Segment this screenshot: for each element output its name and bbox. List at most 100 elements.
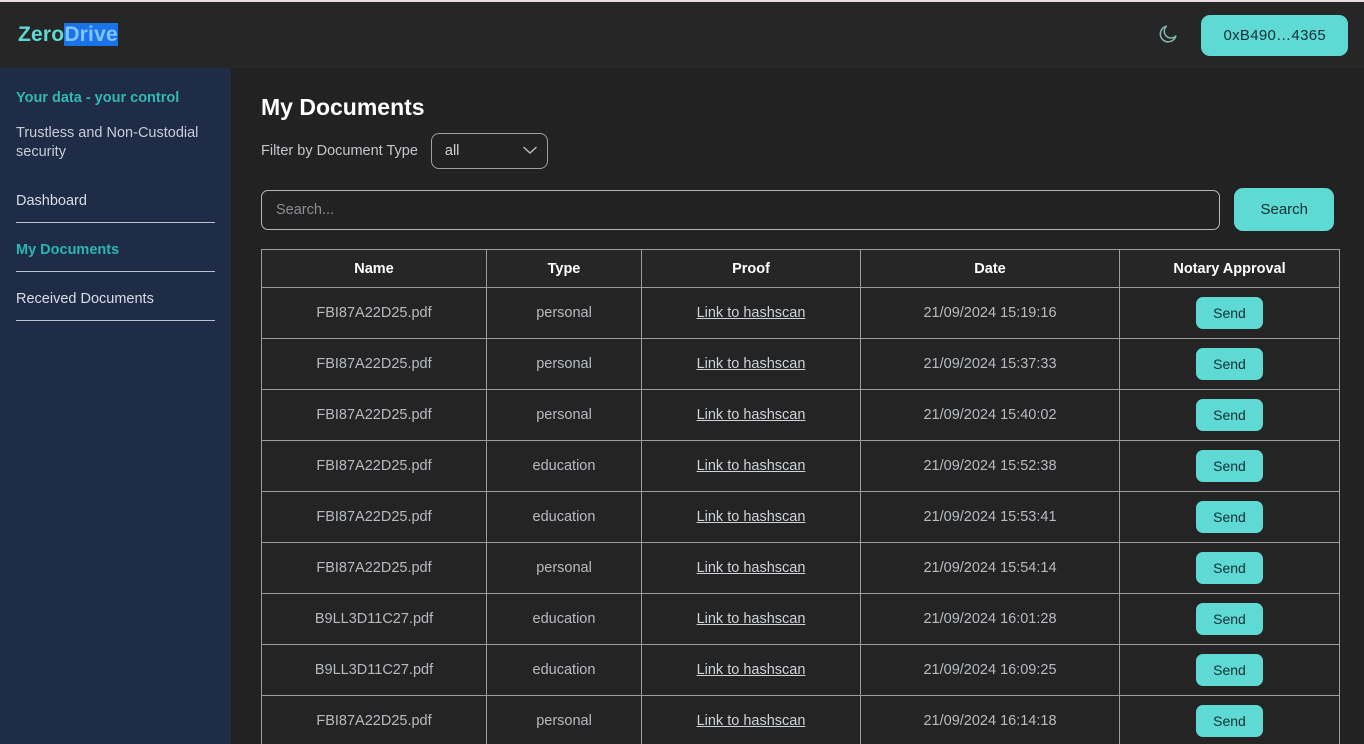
sidebar-tagline-title: Your data - your control bbox=[16, 90, 180, 106]
send-for-notary-approval-button[interactable]: Send bbox=[1196, 654, 1263, 686]
send-for-notary-approval-button[interactable]: Send bbox=[1196, 501, 1263, 533]
proof-hashscan-link[interactable]: Link to hashscan bbox=[697, 560, 806, 576]
cell-document-name: FBI87A22D25.pdf bbox=[261, 440, 487, 492]
filter-label: Filter by Document Type bbox=[261, 143, 418, 159]
table-row: FBI87A22D25.pdf education Link to hashscan… bbox=[261, 491, 1340, 543]
logo-text-zero: Zero bbox=[18, 23, 65, 46]
app-logo[interactable]: ZeroDrive bbox=[18, 23, 118, 47]
send-for-notary-approval-button[interactable]: Send bbox=[1196, 450, 1263, 482]
cell-document-type: education bbox=[486, 644, 642, 696]
column-header-type: Type bbox=[486, 249, 642, 288]
cell-proof: Link to hashscan bbox=[641, 491, 861, 543]
cell-document-name: FBI87A22D25.pdf bbox=[261, 542, 487, 594]
cell-date: 21/09/2024 15:54:14 bbox=[860, 542, 1120, 594]
send-for-notary-approval-button[interactable]: Send bbox=[1196, 603, 1263, 635]
cell-document-name: FBI87A22D25.pdf bbox=[261, 389, 487, 441]
send-for-notary-approval-button[interactable]: Send bbox=[1196, 348, 1263, 380]
sidebar-item-my-documents[interactable]: My Documents bbox=[16, 240, 215, 272]
cell-notary-approval: Send bbox=[1119, 542, 1340, 594]
table-row: FBI87A22D25.pdf education Link to hashscan… bbox=[261, 440, 1340, 492]
search-input[interactable] bbox=[261, 189, 1221, 230]
cell-document-type: personal bbox=[486, 338, 642, 390]
column-header-date: Date bbox=[860, 249, 1120, 288]
logo-text-drive: Drive bbox=[64, 23, 118, 46]
proof-hashscan-link[interactable]: Link to hashscan bbox=[697, 407, 806, 423]
table-row: B9LL3D11C27.pdf education Link to hashscan… bbox=[261, 644, 1340, 696]
cell-proof: Link to hashscan bbox=[641, 338, 861, 390]
table-header: Name Type Proof Date Notary Approval bbox=[261, 249, 1340, 288]
cell-date: 21/09/2024 15:52:38 bbox=[860, 440, 1120, 492]
page-body: Your data - your control Trustless and N… bbox=[0, 68, 1364, 744]
table-row: FBI87A22D25.pdf personal Link to hashscan 2… bbox=[261, 338, 1340, 390]
proof-hashscan-link[interactable]: Link to hashscan bbox=[697, 305, 806, 321]
column-header-proof: Proof bbox=[641, 249, 861, 288]
search-button[interactable]: Search bbox=[1234, 188, 1334, 231]
column-header-name: Name bbox=[261, 249, 487, 288]
cell-date: 21/09/2024 15:19:16 bbox=[860, 287, 1120, 339]
proof-hashscan-link[interactable]: Link to hashscan bbox=[697, 611, 806, 627]
cell-document-name: B9LL3D11C27.pdf bbox=[261, 644, 487, 696]
cell-document-name: B9LL3D11C27.pdf bbox=[261, 593, 487, 645]
cell-notary-approval: Send bbox=[1119, 695, 1340, 744]
cell-document-name: FBI87A22D25.pdf bbox=[261, 338, 487, 390]
cell-proof: Link to hashscan bbox=[641, 593, 861, 645]
send-for-notary-approval-button[interactable]: Send bbox=[1196, 399, 1263, 431]
cell-date: 21/09/2024 16:14:18 bbox=[860, 695, 1120, 744]
table-body: FBI87A22D25.pdf personal Link to hashscan 2… bbox=[261, 287, 1340, 744]
table-row: B9LL3D11C27.pdf education Link to hashscan… bbox=[261, 593, 1340, 645]
main-content: My Documents Filter by Document Type all… bbox=[231, 68, 1364, 744]
cell-date: 21/09/2024 16:09:25 bbox=[860, 644, 1120, 696]
cell-proof: Link to hashscan bbox=[641, 644, 861, 696]
sidebar-item-dashboard[interactable]: Dashboard bbox=[16, 191, 215, 223]
cell-document-type: personal bbox=[486, 287, 642, 339]
cell-notary-approval: Send bbox=[1119, 440, 1340, 492]
search-row: Search bbox=[261, 188, 1334, 231]
cell-proof: Link to hashscan bbox=[641, 287, 861, 339]
document-type-select[interactable]: allpersonaleducation bbox=[430, 133, 548, 169]
proof-hashscan-link[interactable]: Link to hashscan bbox=[697, 356, 806, 372]
wallet-address-button[interactable]: 0xB490…4365 bbox=[1201, 14, 1348, 56]
proof-hashscan-link[interactable]: Link to hashscan bbox=[697, 662, 806, 678]
table-row: FBI87A22D25.pdf personal Link to hashscan 2… bbox=[261, 695, 1340, 744]
sidebar-item-label: Received Documents bbox=[16, 290, 154, 307]
cell-document-type: personal bbox=[486, 389, 642, 441]
document-type-select-wrapper: allpersonaleducation bbox=[430, 133, 548, 169]
cell-document-type: personal bbox=[486, 695, 642, 744]
cell-notary-approval: Send bbox=[1119, 644, 1340, 696]
filter-row: Filter by Document Type allpersonaleduca… bbox=[261, 133, 1334, 169]
cell-notary-approval: Send bbox=[1119, 338, 1340, 390]
cell-notary-approval: Send bbox=[1119, 593, 1340, 645]
cell-date: 21/09/2024 15:53:41 bbox=[860, 491, 1120, 543]
sidebar-tagline-subtitle: Trustless and Non-Custodial security bbox=[16, 125, 199, 161]
cell-date: 21/09/2024 16:01:28 bbox=[860, 593, 1120, 645]
cell-proof: Link to hashscan bbox=[641, 440, 861, 492]
page-title: My Documents bbox=[261, 94, 425, 120]
moon-icon bbox=[1157, 23, 1179, 48]
cell-document-name: FBI87A22D25.pdf bbox=[261, 695, 487, 744]
send-for-notary-approval-button[interactable]: Send bbox=[1196, 297, 1263, 329]
send-for-notary-approval-button[interactable]: Send bbox=[1196, 705, 1263, 737]
cell-document-type: education bbox=[486, 491, 642, 543]
table-row: FBI87A22D25.pdf personal Link to hashscan 2… bbox=[261, 389, 1340, 441]
cell-document-type: education bbox=[486, 440, 642, 492]
cell-document-name: FBI87A22D25.pdf bbox=[261, 287, 487, 339]
table-row: FBI87A22D25.pdf personal Link to hashscan 2… bbox=[261, 542, 1340, 594]
column-header-notary: Notary Approval bbox=[1119, 249, 1340, 288]
cell-notary-approval: Send bbox=[1119, 389, 1340, 441]
proof-hashscan-link[interactable]: Link to hashscan bbox=[697, 509, 806, 525]
cell-date: 21/09/2024 15:37:33 bbox=[860, 338, 1120, 390]
proof-hashscan-link[interactable]: Link to hashscan bbox=[697, 713, 806, 729]
cell-date: 21/09/2024 15:40:02 bbox=[860, 389, 1120, 441]
proof-hashscan-link[interactable]: Link to hashscan bbox=[697, 458, 806, 474]
table-header-row: Name Type Proof Date Notary Approval bbox=[261, 249, 1340, 288]
cell-proof: Link to hashscan bbox=[641, 695, 861, 744]
top-navbar: ZeroDrive 0xB490…4365 bbox=[0, 0, 1364, 68]
send-for-notary-approval-button[interactable]: Send bbox=[1196, 552, 1263, 584]
table-row: FBI87A22D25.pdf personal Link to hashscan 2… bbox=[261, 287, 1340, 339]
theme-toggle-button[interactable] bbox=[1151, 18, 1185, 52]
topbar-actions: 0xB490…4365 bbox=[1151, 14, 1348, 56]
cell-document-name: FBI87A22D25.pdf bbox=[261, 491, 487, 543]
sidebar: Your data - your control Trustless and N… bbox=[0, 68, 231, 744]
sidebar-item-received-documents[interactable]: Received Documents bbox=[16, 289, 215, 321]
sidebar-item-label: Dashboard bbox=[16, 192, 87, 209]
